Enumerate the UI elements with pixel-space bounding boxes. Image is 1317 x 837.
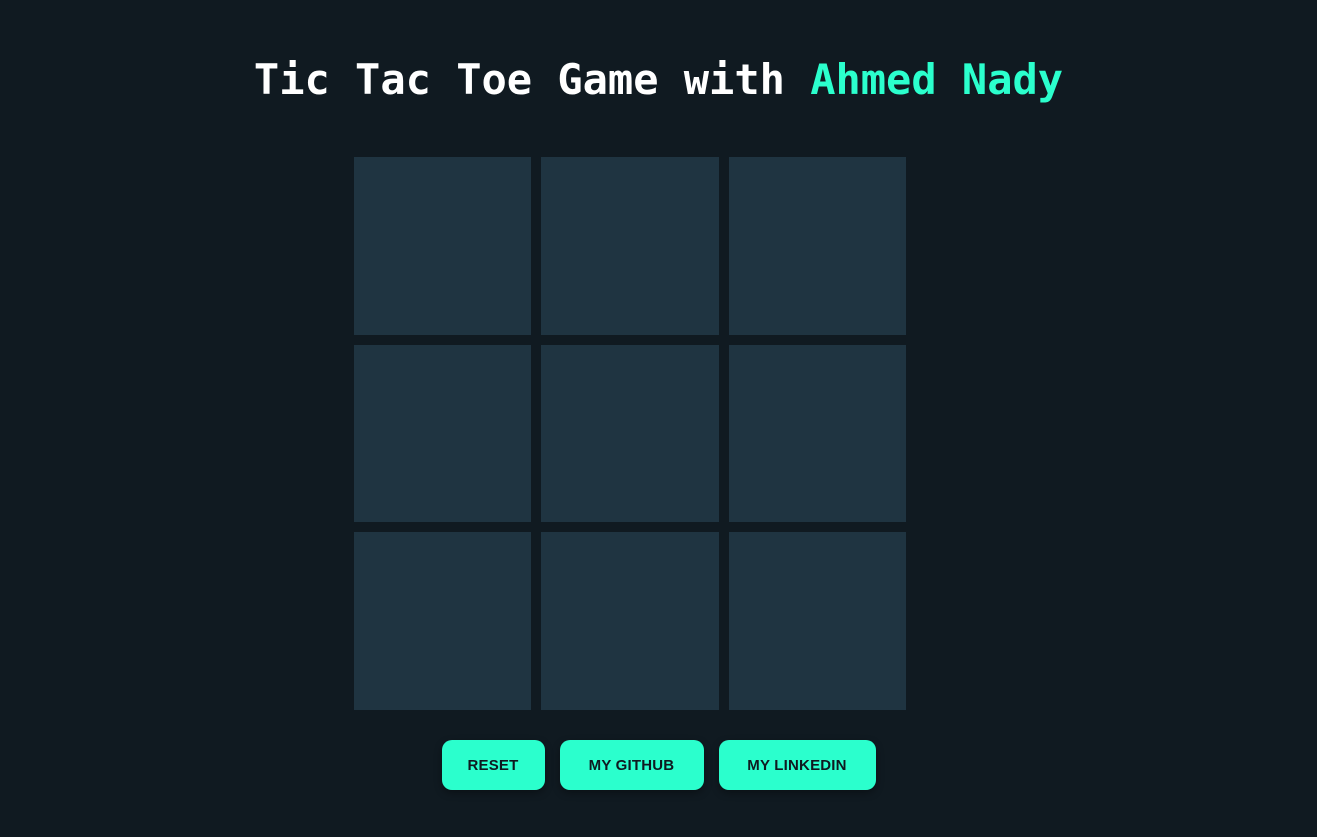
- board-cell-6[interactable]: [729, 345, 906, 522]
- github-button[interactable]: MY GITHUB: [559, 740, 704, 790]
- board-cell-9[interactable]: [729, 532, 906, 710]
- page-title: Tic Tac Toe Game with Ahmed Nady: [0, 50, 1317, 110]
- action-buttons: RESET MY GITHUB MY LINKEDIN: [0, 740, 1317, 790]
- game-board: [354, 157, 906, 710]
- title-prefix: Tic Tac Toe Game with: [253, 55, 811, 104]
- board-cell-7[interactable]: [354, 532, 531, 710]
- board-cell-5[interactable]: [541, 345, 719, 522]
- title-accent-name: Ahmed Nady: [810, 55, 1064, 104]
- board-cell-8[interactable]: [541, 532, 719, 710]
- board-cell-2[interactable]: [541, 157, 719, 335]
- board-cell-3[interactable]: [729, 157, 906, 335]
- linkedin-button[interactable]: MY LINKEDIN: [718, 740, 876, 790]
- reset-button[interactable]: RESET: [441, 740, 545, 790]
- board-cell-1[interactable]: [354, 157, 531, 335]
- board-cell-4[interactable]: [354, 345, 531, 522]
